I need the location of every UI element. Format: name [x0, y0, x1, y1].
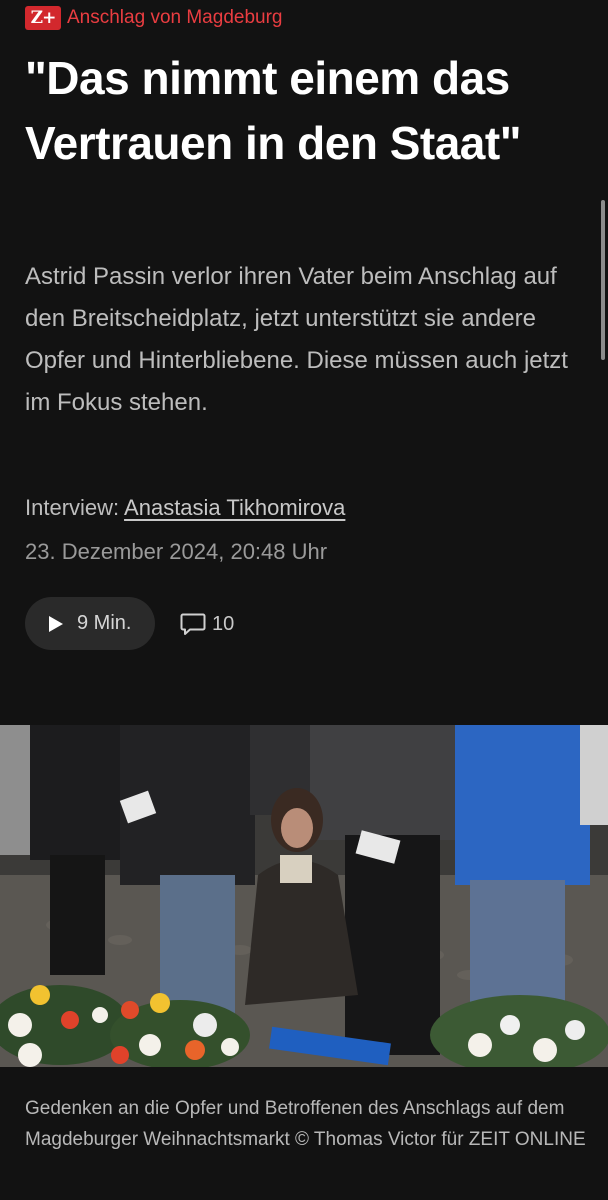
- article-photo[interactable]: [0, 725, 608, 1067]
- memorial-photo-illustration: [0, 725, 608, 1067]
- author-link[interactable]: Anastasia Tikhomirova: [124, 495, 345, 520]
- play-icon: [47, 614, 65, 634]
- byline-prefix: Interview:: [25, 495, 125, 520]
- headline: "Das nimmt einem das Vertrauen in den St…: [25, 52, 522, 169]
- comment-count: 10: [212, 612, 235, 635]
- photo-caption: Gedenken an die Opfer und Betroffenen de…: [25, 1098, 586, 1150]
- audio-play-button[interactable]: 9 Min.: [25, 597, 155, 650]
- byline: Interview: Anastasia Tikhomirova: [25, 495, 345, 521]
- comments-button[interactable]: 10: [179, 608, 234, 640]
- audio-duration-label: 9 Min.: [77, 612, 132, 634]
- lead-paragraph: Astrid Passin verlor ihren Vater beim An…: [25, 263, 568, 416]
- article-view: Z+ Anschlag von Magdeburg "Das nimmt ein…: [0, 0, 608, 1200]
- publish-date: 23. Dezember 2024, 20:48 Uhr: [25, 539, 328, 564]
- kicker[interactable]: Z+ Anschlag von Magdeburg: [25, 5, 282, 31]
- zplus-badge: Z+: [25, 6, 61, 30]
- kicker-label[interactable]: Anschlag von Magdeburg: [67, 7, 282, 29]
- comment-icon: [179, 610, 207, 638]
- scrollbar[interactable]: [601, 200, 605, 360]
